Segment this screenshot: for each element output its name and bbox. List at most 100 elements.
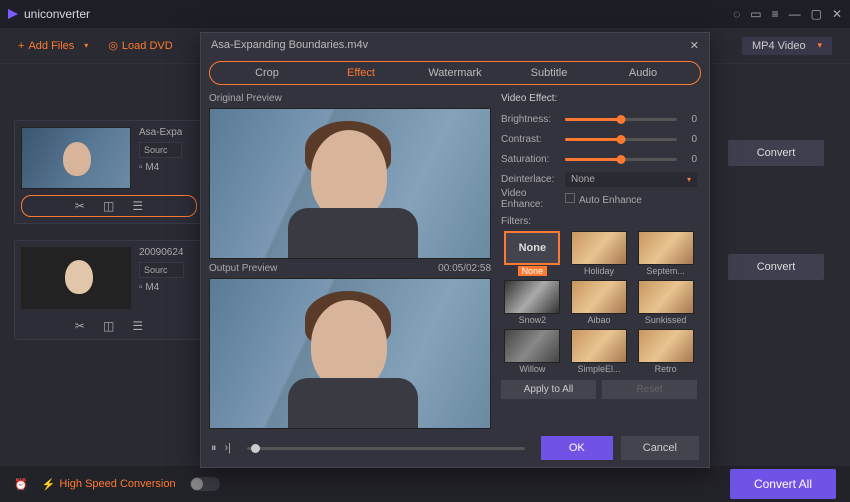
brightness-value: 0 (683, 114, 697, 125)
output-format: MP4 Video ▾ (742, 37, 832, 55)
minimize-icon[interactable]: — (789, 7, 801, 21)
reset-button[interactable]: Reset (602, 380, 697, 399)
contrast-slider[interactable] (565, 138, 677, 141)
file-format: ▫ M4 (139, 282, 184, 293)
maximize-icon[interactable]: ▢ (811, 7, 822, 21)
dialog-title: Asa-Expanding Boundaries.m4v (211, 39, 368, 51)
crop-icon[interactable]: ◫ (103, 199, 114, 213)
cancel-button[interactable]: Cancel (621, 436, 699, 460)
titlebar: uniconverter ◌ ▭ ≡ — ▢ ✕ (0, 0, 850, 28)
close-icon[interactable]: ✕ (832, 7, 842, 21)
output-preview (209, 278, 491, 429)
file-thumb (21, 247, 131, 309)
edit-tools-row: ✂ ◫ ☰ (21, 315, 197, 333)
original-preview (209, 108, 491, 259)
original-preview-label: Original Preview (209, 93, 282, 104)
convert-all-button[interactable]: Convert All (730, 469, 836, 499)
bolt-icon: ⚡ (42, 478, 56, 491)
preview-timecode: 00:05/02:58 (438, 263, 491, 274)
filter-item[interactable]: Holiday (568, 231, 631, 276)
video-enhance-label: Video Enhance: (501, 188, 559, 210)
edit-tools-row: ✂ ◫ ☰ (21, 195, 197, 217)
tab-audio[interactable]: Audio (596, 62, 690, 84)
filter-label: Sunkissed (645, 315, 687, 325)
file-name: 20090624 (139, 247, 184, 258)
menu-icon[interactable]: ≡ (772, 7, 779, 21)
convert-button[interactable]: Convert (728, 140, 824, 166)
filter-label: None (518, 266, 548, 276)
effect-icon[interactable]: ☰ (132, 199, 143, 213)
high-speed-switch[interactable] (190, 477, 220, 491)
chat-icon[interactable]: ▭ (750, 7, 761, 21)
high-speed-toggle[interactable]: ⚡ High Speed Conversion (42, 478, 176, 491)
saturation-slider[interactable] (565, 158, 677, 161)
dialog-tabs: Crop Effect Watermark Subtitle Audio (209, 61, 701, 85)
filter-label: Septem... (646, 266, 685, 276)
contrast-value: 0 (683, 134, 697, 145)
saturation-value: 0 (683, 154, 697, 165)
filter-label: Snow2 (519, 315, 547, 325)
apply-to-all-button[interactable]: Apply to All (501, 380, 596, 399)
filter-item[interactable]: Willow (501, 329, 564, 374)
add-files-label: Add Files (28, 40, 74, 52)
output-format-select[interactable]: MP4 Video ▾ (742, 37, 832, 55)
crop-icon[interactable]: ◫ (103, 319, 114, 333)
contrast-label: Contrast: (501, 134, 559, 145)
filter-label: Retro (655, 364, 677, 374)
tab-effect[interactable]: Effect (314, 62, 408, 84)
file-format: ▫ M4 (139, 162, 182, 173)
clock-icon[interactable]: ⏰ (14, 478, 28, 491)
tab-subtitle[interactable]: Subtitle (502, 62, 596, 84)
cut-icon[interactable]: ✂ (75, 199, 85, 213)
deinterlace-select[interactable]: None▾ (565, 172, 697, 187)
effect-panel: Video Effect: Brightness: 0 Contrast: 0 … (497, 91, 701, 429)
filter-item[interactable]: Retro (634, 329, 697, 374)
filters-section: Filters: NoneNone Holiday Septem... Snow… (501, 216, 697, 374)
chevron-down-icon: ▾ (817, 40, 822, 51)
file-source: Sourc (139, 142, 182, 158)
previews: Original Preview Output Preview00:05/02:… (209, 91, 491, 429)
brand-icon (8, 9, 18, 19)
play-pause-icon[interactable]: ⏸ (211, 442, 217, 455)
auto-enhance-checkbox[interactable]: Auto Enhance (565, 193, 642, 206)
close-icon[interactable]: ✕ (690, 39, 699, 52)
plus-icon: + (18, 40, 24, 52)
ok-button[interactable]: OK (541, 436, 613, 460)
file-card[interactable]: Asa-Expa Sourc ▫ M4 ✂ ◫ ☰ (14, 120, 204, 224)
brightness-slider[interactable] (565, 118, 677, 121)
filter-item[interactable]: Sunkissed (634, 280, 697, 325)
effect-icon[interactable]: ☰ (132, 319, 143, 333)
filter-item[interactable]: Aibao (568, 280, 631, 325)
saturation-label: Saturation: (501, 154, 559, 165)
filter-label: Willow (519, 364, 545, 374)
tab-crop[interactable]: Crop (220, 62, 314, 84)
filter-item[interactable]: Septem... (634, 231, 697, 276)
add-files-button[interactable]: + Add Files ▾ (18, 40, 88, 52)
output-format-value: MP4 Video (752, 40, 806, 52)
file-name: Asa-Expa (139, 127, 182, 138)
brand: uniconverter (8, 7, 90, 21)
file-source: Sourc (139, 262, 184, 278)
play-controls: ⏸ ›| (211, 442, 231, 455)
cut-icon[interactable]: ✂ (75, 319, 85, 333)
load-dvd-label: Load DVD (122, 40, 173, 52)
title-actions: ◌ ▭ ≡ — ▢ ✕ (733, 7, 842, 21)
filter-label: Aibao (587, 315, 610, 325)
bottombar: ⏰ ⚡ High Speed Conversion Convert All (0, 466, 850, 502)
filter-item[interactable]: SimpleEl... (568, 329, 631, 374)
filter-item[interactable]: NoneNone (501, 231, 564, 276)
brightness-label: Brightness: (501, 114, 559, 125)
playback-progress[interactable] (247, 447, 525, 450)
file-card[interactable]: 20090624 Sourc ▫ M4 ✂ ◫ ☰ (14, 240, 204, 340)
next-frame-icon[interactable]: ›| (225, 442, 232, 454)
filters-label: Filters: (501, 216, 697, 227)
effect-dialog: Asa-Expanding Boundaries.m4v ✕ Crop Effe… (200, 32, 710, 468)
convert-button[interactable]: Convert (728, 254, 824, 280)
video-effect-label: Video Effect: (501, 93, 697, 104)
user-icon[interactable]: ◌ (733, 7, 740, 21)
tab-watermark[interactable]: Watermark (408, 62, 502, 84)
app-name: uniconverter (24, 7, 90, 21)
filter-item[interactable]: Snow2 (501, 280, 564, 325)
filter-label: Holiday (584, 266, 614, 276)
load-dvd-button[interactable]: ◎ Load DVD (108, 39, 172, 52)
